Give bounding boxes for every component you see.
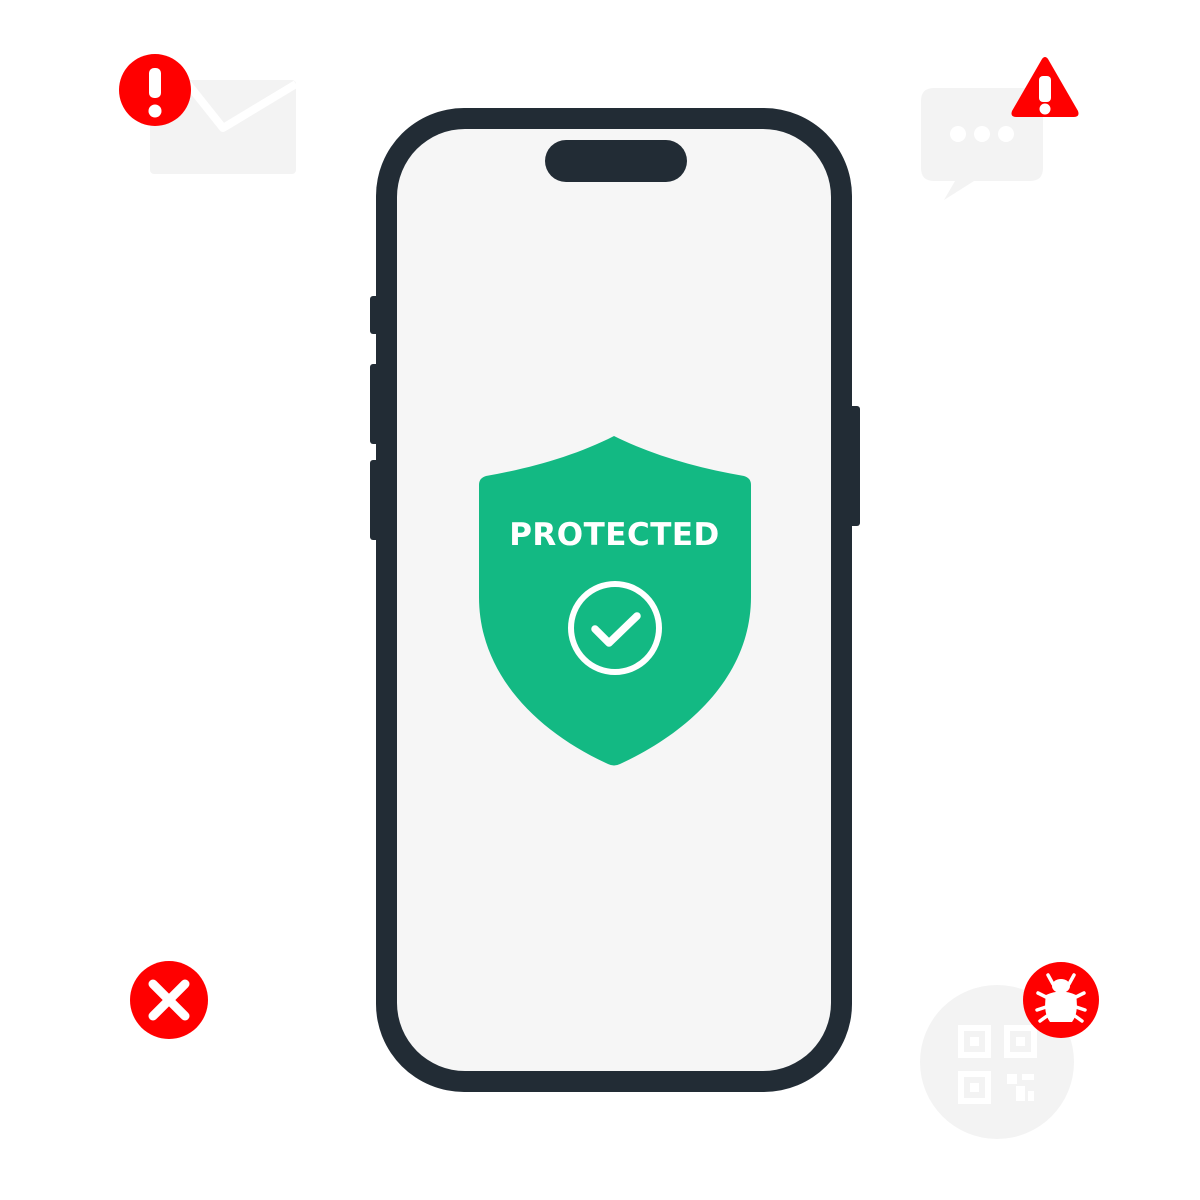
qr-threat <box>920 962 1099 1139</box>
warning-triangle-icon <box>1011 57 1079 117</box>
exclamation-circle-icon <box>119 54 191 126</box>
message-threat <box>921 57 1079 200</box>
illustration: PROTECTED <box>0 0 1200 1200</box>
shield-status-label: PROTECTED <box>509 517 720 553</box>
x-circle-icon <box>130 961 208 1039</box>
bug-icon <box>1023 962 1099 1038</box>
protected-shield <box>479 436 751 766</box>
dynamic-island <box>545 140 687 182</box>
email-threat <box>119 54 299 174</box>
